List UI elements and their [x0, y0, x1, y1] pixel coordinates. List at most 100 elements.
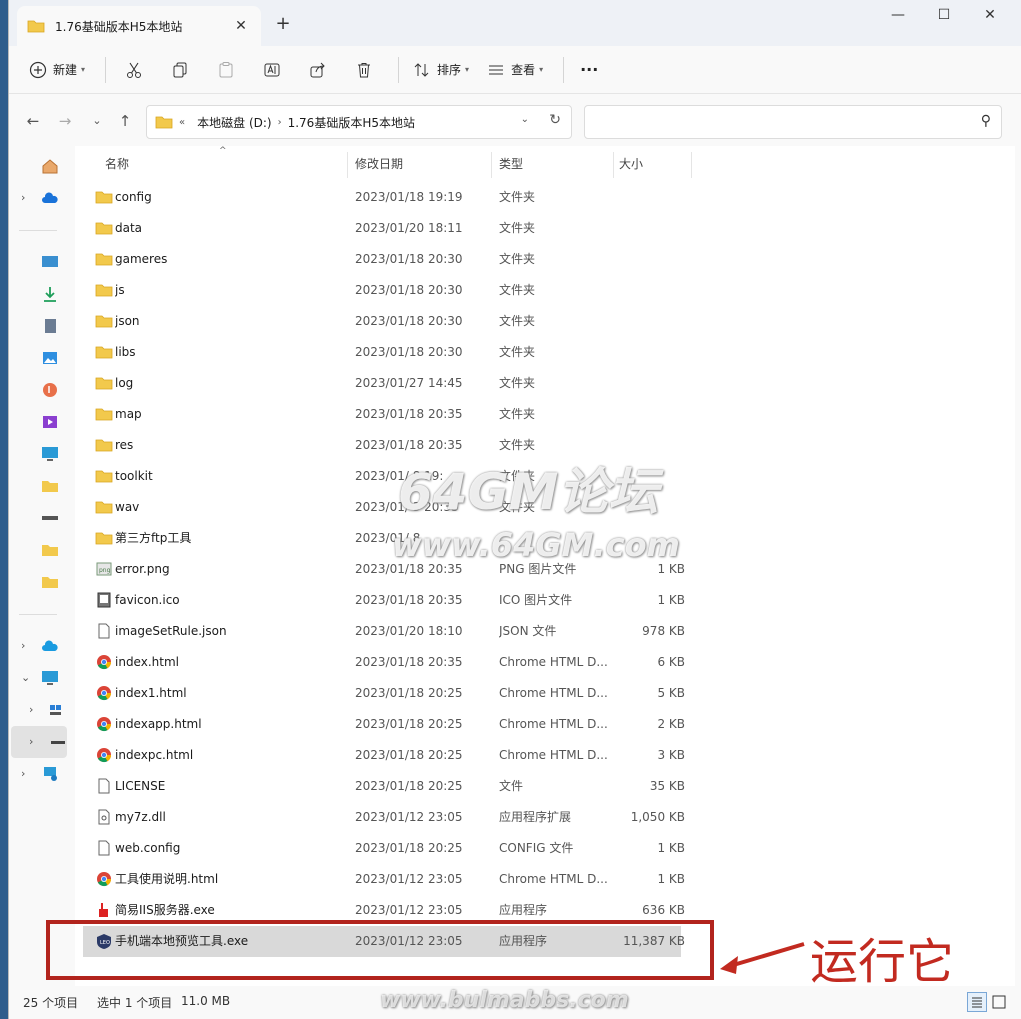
nav-home[interactable] — [9, 152, 67, 182]
sort-button[interactable]: 排序 ▾ — [407, 53, 475, 87]
nav-videos[interactable] — [9, 408, 67, 438]
file-icon: png — [96, 562, 112, 576]
close-window-button[interactable]: ✕ — [967, 0, 1013, 32]
file-row[interactable]: indexpc.html 2023/01/18 20:25 Chrome HTML … — [83, 740, 685, 771]
file-row[interactable]: web.config 2023/01/18 20:25 CONFIG 文件 1 KB — [83, 833, 685, 864]
nav-network[interactable]: › — [9, 760, 67, 790]
share-icon — [310, 62, 325, 77]
nav-onedrive-personal[interactable]: › — [9, 632, 67, 662]
nav-pictures[interactable] — [9, 344, 67, 374]
copy-button[interactable] — [160, 53, 200, 87]
file-list: 名称 ^ 修改日期 类型 大小 config 2023/01/18 19:19 文件… — [75, 146, 1015, 986]
nav-documents[interactable] — [9, 312, 67, 342]
file-date: 2023/01/18 20:35 — [355, 407, 463, 421]
column-divider[interactable] — [347, 152, 348, 178]
file-row[interactable]: libs 2023/01/18 20:30 文件夹 — [83, 337, 681, 368]
file-row[interactable]: map 2023/01/18 20:35 文件夹 — [83, 399, 681, 430]
tab-close-icon[interactable]: ✕ — [231, 18, 251, 34]
folder-icon — [95, 377, 113, 390]
file-row[interactable]: favicon.ico 2023/01/18 20:35 ICO 图片文件 1 KB — [83, 585, 685, 616]
recent-locations-button[interactable]: ⌄ — [85, 110, 109, 134]
expand-chevron-icon[interactable]: › — [29, 735, 41, 748]
expand-chevron-icon[interactable]: › — [21, 639, 33, 652]
drive-icon — [42, 516, 58, 520]
file-row[interactable]: 工具使用说明.html 2023/01/12 23:05 Chrome HTML D… — [83, 864, 685, 895]
toolbar-divider — [105, 56, 107, 83]
nav-divider — [19, 230, 57, 231]
file-row[interactable]: my7z.dll 2023/01/12 23:05 应用程序扩展 1,050 KB — [83, 802, 685, 833]
file-size — [613, 275, 685, 306]
minimize-button[interactable]: — — [875, 0, 921, 32]
rename-button[interactable] — [252, 53, 292, 87]
folder-icon — [95, 532, 113, 545]
share-button[interactable] — [298, 53, 338, 87]
nav-music[interactable] — [9, 376, 67, 406]
clipboard-icon — [219, 61, 233, 77]
home-icon — [42, 159, 58, 174]
paste-button[interactable] — [206, 53, 246, 87]
column-header-date[interactable]: 修改日期 — [355, 146, 403, 182]
file-icon — [98, 623, 110, 639]
file-name: config — [115, 190, 152, 204]
tiles-view-button[interactable] — [989, 992, 1009, 1012]
column-divider[interactable] — [613, 152, 614, 178]
delete-button[interactable] — [344, 53, 384, 87]
file-row[interactable]: LICENSE 2023/01/18 20:25 文件 35 KB — [83, 771, 685, 802]
nav-folder[interactable] — [9, 536, 67, 566]
file-row[interactable]: gameres 2023/01/18 20:30 文件夹 — [83, 244, 681, 275]
cut-button[interactable] — [114, 53, 154, 87]
file-size: 6 KB — [657, 655, 685, 669]
overflow-crumb[interactable]: « — [179, 117, 185, 128]
search-box[interactable]: ⚲ — [584, 105, 1002, 139]
breadcrumb-folder[interactable]: 1.76基础版本H5本地站 — [288, 114, 415, 131]
column-header-type[interactable]: 类型 — [499, 146, 523, 182]
column-divider[interactable] — [491, 152, 492, 178]
file-row[interactable]: data 2023/01/20 18:11 文件夹 — [83, 213, 681, 244]
forward-button[interactable]: → — [53, 110, 77, 134]
tab-current-folder[interactable]: 1.76基础版本H5本地站 ✕ — [17, 6, 261, 46]
nav-downloads[interactable] — [9, 280, 67, 310]
address-bar[interactable]: « 本地磁盘 (D:) › 1.76基础版本H5本地站 ⌄ ↻ — [146, 105, 572, 139]
details-view-button[interactable] — [967, 992, 987, 1012]
file-name: js — [115, 283, 125, 297]
file-row[interactable]: config 2023/01/18 19:19 文件夹 — [83, 182, 681, 213]
file-row[interactable]: json 2023/01/18 20:30 文件夹 — [83, 306, 681, 337]
toolbar-divider — [398, 56, 400, 83]
refresh-icon[interactable]: ↻ — [549, 112, 561, 128]
nav-this-pc-tree[interactable]: ⌄ — [9, 664, 67, 694]
file-name: res — [115, 438, 134, 452]
address-dropdown-icon[interactable]: ⌄ — [521, 114, 529, 125]
file-row[interactable]: index1.html 2023/01/18 20:25 Chrome HTML D… — [83, 678, 685, 709]
file-row[interactable]: js 2023/01/18 20:30 文件夹 — [83, 275, 681, 306]
file-row[interactable]: imageSetRule.json 2023/01/20 18:10 JSON 文件… — [83, 616, 685, 647]
maximize-button[interactable]: ☐ — [921, 0, 967, 32]
file-type: 应用程序扩展 — [499, 810, 572, 824]
file-row[interactable]: index.html 2023/01/18 20:35 Chrome HTML D.… — [83, 647, 685, 678]
back-button[interactable]: ← — [21, 110, 45, 134]
nav-drive[interactable] — [9, 504, 67, 534]
expand-chevron-icon[interactable]: › — [29, 703, 41, 716]
nav-folder[interactable] — [9, 472, 67, 502]
new-tab-button[interactable]: + — [271, 12, 295, 36]
more-options-button[interactable]: ··· — [572, 53, 604, 87]
file-type: 文件夹 — [499, 190, 536, 204]
collapse-chevron-icon[interactable]: ⌄ — [21, 671, 33, 684]
nav-folder[interactable] — [9, 568, 67, 598]
nav-this-pc[interactable] — [9, 440, 67, 470]
tab-title: 1.76基础版本H5本地站 — [55, 19, 183, 34]
column-header-name[interactable]: 名称 — [105, 146, 129, 182]
expand-chevron-icon[interactable]: › — [21, 191, 33, 204]
column-header-size[interactable]: 大小 — [619, 146, 643, 182]
view-button[interactable]: 查看 ▾ — [481, 53, 549, 87]
column-divider[interactable] — [691, 152, 692, 178]
expand-chevron-icon[interactable]: › — [21, 767, 33, 780]
nav-onedrive[interactable]: › — [9, 184, 67, 214]
nav-system-drive[interactable]: › — [9, 696, 67, 726]
file-row[interactable]: indexapp.html 2023/01/18 20:25 Chrome HTML… — [83, 709, 685, 740]
new-button[interactable]: 新建 ▾ — [23, 53, 91, 87]
nav-local-disk-d[interactable]: › — [9, 728, 67, 758]
breadcrumb-drive[interactable]: 本地磁盘 (D:) — [197, 114, 271, 131]
nav-desktop[interactable] — [9, 248, 67, 278]
file-row[interactable]: log 2023/01/27 14:45 文件夹 — [83, 368, 681, 399]
up-button[interactable]: ↑ — [113, 110, 137, 134]
